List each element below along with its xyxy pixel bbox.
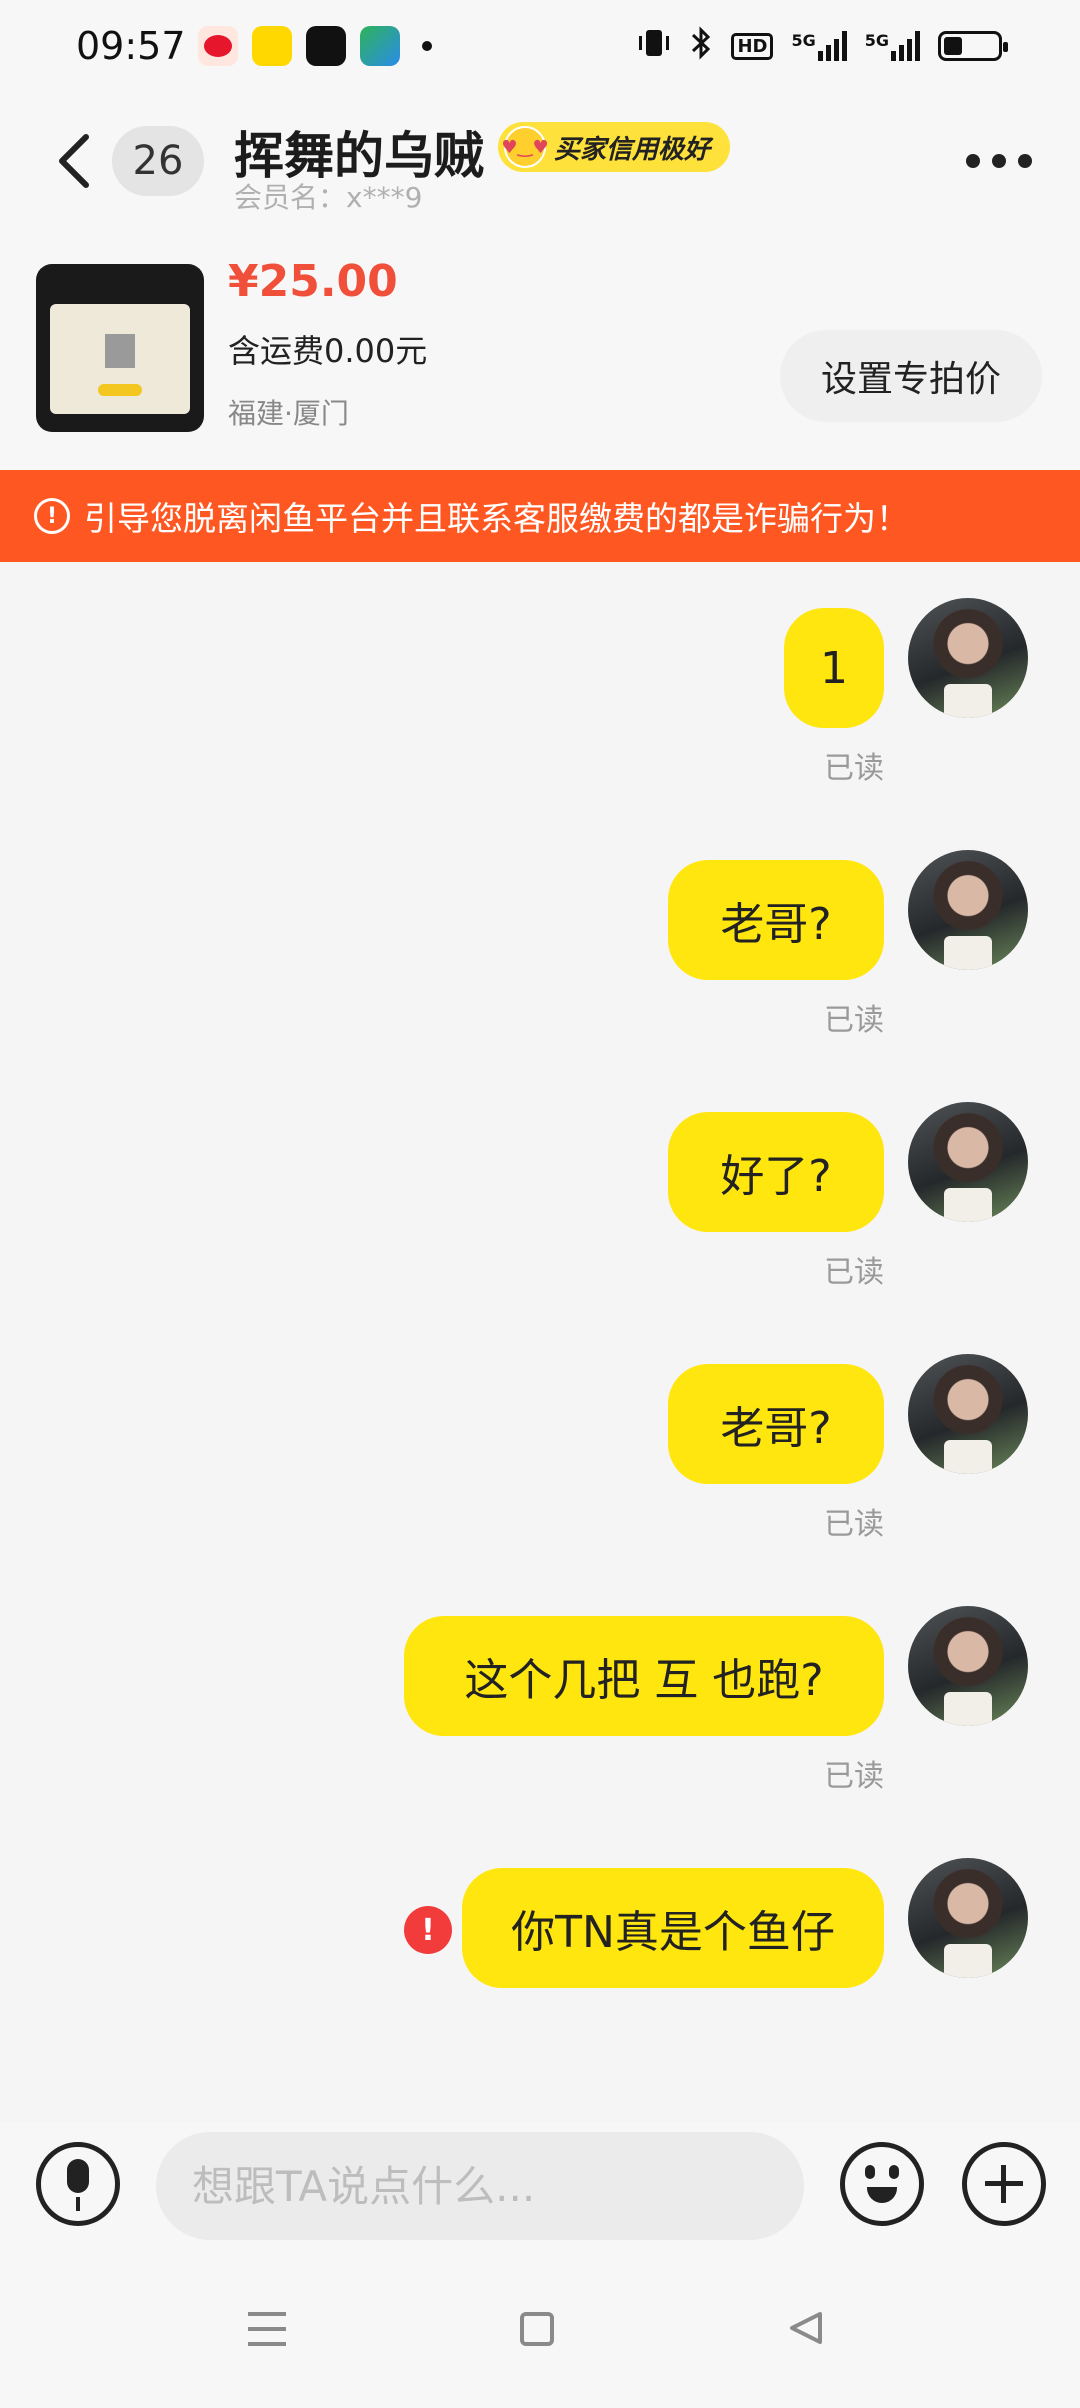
credit-badge[interactable]: ♥‿♥ 买家信用极好 bbox=[498, 122, 731, 172]
read-status: 已读 bbox=[824, 751, 884, 786]
my-avatar[interactable] bbox=[908, 1102, 1028, 1222]
weibo-icon bbox=[198, 26, 238, 66]
system-icons: HD 5G 5G bbox=[637, 26, 1008, 66]
read-status: 已读 bbox=[824, 1759, 884, 1794]
my-avatar[interactable] bbox=[908, 1858, 1028, 1978]
back-arrow-icon[interactable] bbox=[54, 131, 94, 191]
product-price: ¥25.00 bbox=[228, 256, 398, 307]
message-bubble[interactable]: 你TN真是个鱼仔 bbox=[462, 1868, 884, 1988]
recent-apps-icon[interactable] bbox=[248, 2312, 286, 2346]
bluetooth-icon bbox=[689, 26, 713, 66]
fraud-warning-banner: ! 引导您脱离闲鱼平台并且联系客服缴费的都是诈骗行为！ bbox=[0, 470, 1080, 562]
system-navigation-bar bbox=[0, 2252, 1080, 2408]
message-bubble[interactable]: 老哥? bbox=[668, 860, 884, 980]
message-row: 好了? 已读 bbox=[0, 1102, 1080, 1312]
product-shipping: 含运费0.00元 bbox=[228, 332, 428, 370]
emoji-icon[interactable] bbox=[840, 2142, 924, 2226]
back-triangle-icon[interactable] bbox=[786, 2308, 826, 2348]
plus-icon[interactable] bbox=[962, 2142, 1046, 2226]
yellow-app-icon bbox=[252, 26, 292, 66]
message-row: 这个几把 互 也跑? 已读 bbox=[0, 1606, 1080, 1816]
product-image-content bbox=[50, 304, 190, 414]
message-bubble[interactable]: 好了? bbox=[668, 1112, 884, 1232]
message-row: 老哥? 已读 bbox=[0, 1354, 1080, 1564]
set-special-price-button[interactable]: 设置专拍价 bbox=[780, 330, 1042, 422]
member-name: 会员名：x***9 bbox=[234, 181, 423, 214]
message-bubble[interactable]: 1 bbox=[784, 608, 884, 728]
voice-input-icon[interactable] bbox=[36, 2142, 120, 2226]
chat-message-list[interactable]: 1 已读 老哥? 已读 好了? 已读 老哥? 已读 这个几把 互 也跑? 已读 … bbox=[0, 562, 1080, 2122]
read-status: 已读 bbox=[824, 1003, 884, 1038]
signal-icon-2: 5G bbox=[865, 31, 920, 61]
more-notifications-dot bbox=[422, 41, 432, 51]
my-avatar[interactable] bbox=[908, 598, 1028, 718]
status-time: 09:57 bbox=[76, 24, 186, 68]
warning-text: 引导您脱离闲鱼平台并且联系客服缴费的都是诈骗行为！ bbox=[84, 499, 909, 538]
message-row: 1 已读 bbox=[0, 598, 1080, 808]
signal-icon: 5G bbox=[791, 31, 847, 61]
unread-count-badge[interactable]: 26 bbox=[112, 126, 204, 196]
notification-icons bbox=[198, 26, 432, 66]
product-thumbnail[interactable] bbox=[36, 264, 204, 432]
message-row: ! 你TN真是个鱼仔 bbox=[0, 1858, 1080, 2068]
my-avatar[interactable] bbox=[908, 1354, 1028, 1474]
home-icon[interactable] bbox=[520, 2312, 554, 2346]
vibrate-icon bbox=[637, 26, 671, 66]
message-bubble[interactable]: 老哥? bbox=[668, 1364, 884, 1484]
network-type-label: 5G bbox=[791, 31, 816, 50]
dark-app-icon bbox=[306, 26, 346, 66]
message-input-bar bbox=[0, 2122, 1080, 2252]
message-bubble[interactable]: 这个几把 互 也跑? bbox=[404, 1616, 884, 1736]
product-location: 福建·厦门 bbox=[228, 397, 349, 430]
heart-eyes-emoji-icon: ♥‿♥ bbox=[501, 126, 549, 168]
message-input[interactable] bbox=[156, 2132, 804, 2240]
read-status: 已读 bbox=[824, 1255, 884, 1290]
battery-icon bbox=[938, 31, 1008, 61]
my-avatar[interactable] bbox=[908, 1606, 1028, 1726]
my-avatar[interactable] bbox=[908, 850, 1028, 970]
green-app-icon bbox=[360, 26, 400, 66]
status-bar: 09:57 HD 5G 5G bbox=[0, 0, 1080, 96]
hd-icon: HD bbox=[731, 32, 774, 60]
credit-badge-label: 买家信用极好 bbox=[554, 134, 711, 165]
message-row: 老哥? 已读 bbox=[0, 850, 1080, 1060]
send-failed-icon[interactable]: ! bbox=[404, 1906, 452, 1954]
warning-icon: ! bbox=[34, 498, 70, 534]
read-status: 已读 bbox=[824, 1507, 884, 1542]
more-options-icon[interactable] bbox=[966, 154, 1032, 168]
network-type-label-2: 5G bbox=[864, 31, 889, 50]
